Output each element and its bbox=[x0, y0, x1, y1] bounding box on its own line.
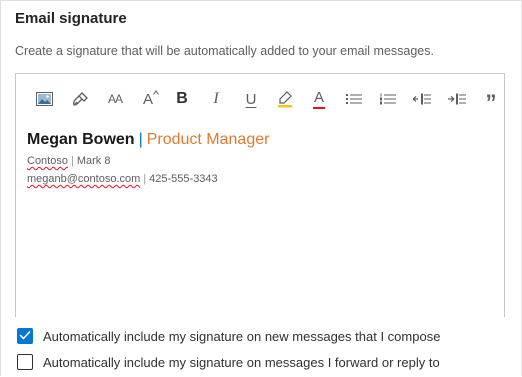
grow-font-icon: A bbox=[142, 89, 159, 108]
font-size-button[interactable]: AA bbox=[102, 86, 128, 112]
company-separator: | bbox=[70, 155, 74, 167]
new-messages-checkbox[interactable] bbox=[17, 328, 33, 344]
signature-role: Product Manager bbox=[146, 131, 270, 148]
signature-name: Megan Bowen bbox=[27, 131, 135, 148]
grow-font-glyph: A bbox=[142, 90, 153, 108]
bulleted-list-icon bbox=[346, 93, 362, 105]
font-size-icon: AA bbox=[107, 92, 123, 106]
signature-content[interactable]: Megan Bowen | Product Manager Contoso | Mark… bbox=[27, 130, 269, 186]
quote-icon: ” bbox=[485, 90, 497, 115]
signature-contact-line: meganb@contoso.com | 425-555-3343 bbox=[27, 172, 269, 186]
option-forward-reply[interactable]: Automatically include my signature on me… bbox=[17, 352, 440, 372]
signature-separator: | bbox=[138, 131, 143, 148]
signature-name-line: Megan Bowen | Product Manager bbox=[27, 130, 269, 150]
italic-icon: I bbox=[213, 90, 219, 107]
bold-icon: B bbox=[176, 90, 188, 107]
font-color-icon: A bbox=[312, 89, 325, 109]
highlight-button[interactable] bbox=[272, 86, 298, 112]
increase-indent-button[interactable] bbox=[444, 86, 470, 112]
grow-font-button[interactable]: A bbox=[135, 86, 161, 112]
forward-reply-label: Automatically include my signature on me… bbox=[43, 354, 440, 370]
highlighter-icon bbox=[276, 90, 294, 108]
formatting-toolbar: AA A B I U A ” bbox=[16, 86, 504, 115]
numbered-list-icon bbox=[380, 93, 396, 105]
font-color-glyph: A bbox=[313, 89, 324, 106]
increase-indent-icon bbox=[448, 93, 466, 105]
italic-button[interactable]: I bbox=[203, 86, 229, 112]
format-painter-button[interactable] bbox=[67, 86, 93, 112]
signature-phone: 425-555-3343 bbox=[149, 173, 218, 185]
signature-company-line: Contoso | Mark 8 bbox=[27, 154, 269, 168]
image-icon bbox=[35, 92, 53, 106]
section-description: Create a signature that will be automati… bbox=[15, 44, 434, 58]
bullets-button[interactable] bbox=[341, 86, 367, 112]
signature-company: Contoso bbox=[27, 155, 68, 167]
checkmark-icon bbox=[19, 327, 31, 345]
numbering-button[interactable] bbox=[375, 86, 401, 112]
forward-reply-checkbox[interactable] bbox=[17, 354, 33, 370]
decrease-indent-button[interactable] bbox=[409, 86, 435, 112]
decrease-indent-icon bbox=[413, 93, 431, 105]
font-color-button[interactable]: A bbox=[306, 86, 332, 112]
phone-separator: | bbox=[143, 173, 147, 185]
option-new-messages[interactable]: Automatically include my signature on ne… bbox=[17, 326, 440, 346]
section-title: Email signature bbox=[15, 10, 127, 27]
signature-email: meganb@contoso.com bbox=[27, 173, 141, 185]
insert-image-button[interactable] bbox=[31, 86, 57, 112]
bold-button[interactable]: B bbox=[169, 86, 195, 112]
underline-button[interactable]: U bbox=[238, 86, 264, 112]
new-messages-label: Automatically include my signature on ne… bbox=[43, 328, 441, 344]
signature-location: Mark 8 bbox=[76, 155, 111, 167]
signature-editor[interactable]: AA A B I U A ” Megan Bowen | Product Man… bbox=[15, 73, 505, 317]
paintbrush-icon bbox=[72, 91, 89, 108]
underline-icon: U bbox=[245, 90, 257, 108]
quote-button[interactable]: ” bbox=[478, 86, 504, 115]
